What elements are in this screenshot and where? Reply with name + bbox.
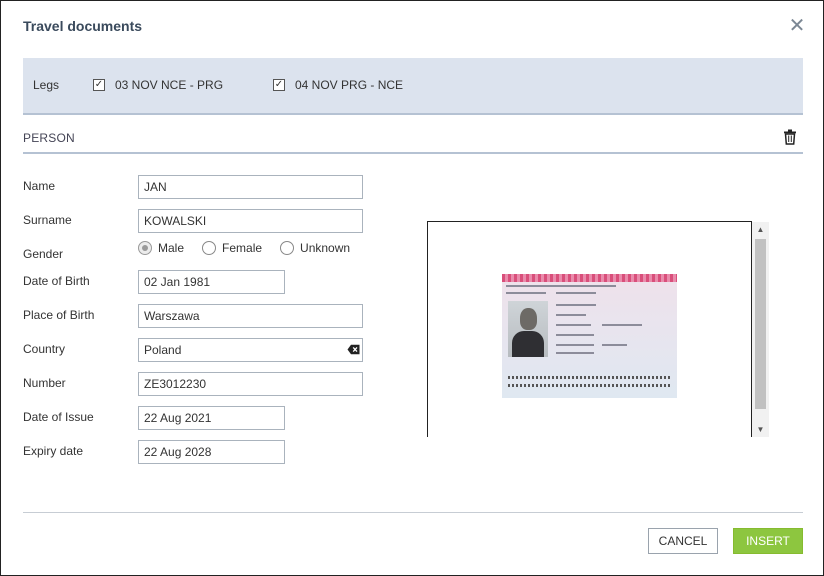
leg-label: 04 NOV PRG - NCE	[295, 78, 404, 92]
expiry-date-label: Expiry date	[23, 444, 84, 458]
radio-unselected-icon[interactable]	[202, 241, 217, 255]
leg-checkbox-2[interactable]: ✓ 04 NOV PRG - NCE	[273, 78, 403, 92]
date-of-issue-field[interactable]: 22 Aug 2021	[138, 406, 285, 430]
country-label: Country	[23, 342, 66, 356]
checkbox-checked-icon[interactable]: ✓	[273, 79, 285, 91]
legs-label: Legs	[33, 78, 60, 92]
country-value: Poland	[144, 343, 182, 357]
footer-divider	[23, 512, 803, 513]
passport-face	[520, 308, 537, 330]
insert-button[interactable]: INSERT	[733, 528, 803, 554]
date-of-birth-field[interactable]: 02 Jan 1981	[138, 270, 285, 294]
passport-text-line	[556, 292, 596, 294]
leg-checkbox-1[interactable]: ✓ 03 NOV NCE - PRG	[93, 78, 223, 92]
date-of-birth-label: Date of Birth	[23, 274, 90, 288]
legs-panel: Legs ✓ 03 NOV NCE - PRG ✓ 04 NOV PRG - N…	[23, 58, 803, 115]
passport-body	[512, 331, 544, 357]
country-field[interactable]: Poland	[138, 338, 363, 362]
person-section-header: PERSON	[23, 124, 803, 154]
passport-header-strip	[502, 274, 677, 282]
radio-label: Female	[222, 241, 263, 255]
passport-text-line	[556, 304, 596, 306]
close-icon[interactable]: ✕	[787, 16, 807, 36]
travel-documents-dialog: Travel documents ✕ Legs ✓ 03 NOV NCE - P…	[0, 0, 824, 576]
passport-mrz-line	[508, 376, 671, 379]
passport-text-line	[556, 344, 594, 346]
number-label: Number	[23, 376, 66, 390]
radio-label: Unknown	[300, 241, 351, 255]
expiry-date-field[interactable]: 22 Aug 2028	[138, 440, 285, 464]
scroll-up-arrow-icon[interactable]: ▲	[752, 222, 769, 237]
passport-text-line	[556, 334, 594, 336]
passport-text-line	[602, 324, 642, 326]
radio-selected-icon[interactable]	[138, 241, 152, 255]
passport-text-line	[506, 292, 546, 294]
dialog-title: Travel documents	[23, 18, 143, 34]
date-of-issue-label: Date of Issue	[23, 410, 94, 424]
scrollbar-thumb[interactable]	[755, 239, 766, 409]
name-field[interactable]: JAN	[138, 175, 363, 199]
place-of-birth-label: Place of Birth	[23, 308, 95, 322]
passport-text-line	[506, 285, 616, 287]
passport-text-line	[602, 344, 627, 346]
checkbox-checked-icon[interactable]: ✓	[93, 79, 105, 91]
preview-scrollbar[interactable]: ▲ ▼	[752, 222, 769, 437]
passport-text-line	[556, 324, 591, 326]
passport-text-line	[556, 352, 594, 354]
radio-label: Male	[158, 241, 185, 255]
number-field[interactable]: ZE3012230	[138, 372, 363, 396]
trash-icon[interactable]	[783, 129, 797, 145]
surname-field[interactable]: KOWALSKI	[138, 209, 363, 233]
passport-scan-image	[502, 274, 677, 398]
passport-mrz-line	[508, 384, 671, 387]
place-of-birth-field[interactable]: Warszawa	[138, 304, 363, 328]
name-label: Name	[23, 179, 56, 193]
section-title: PERSON	[23, 131, 75, 145]
cancel-button[interactable]: CANCEL	[648, 528, 718, 554]
gender-option-unknown[interactable]: Unknown	[280, 241, 350, 255]
passport-photo	[508, 301, 548, 357]
radio-unselected-icon[interactable]	[280, 241, 295, 255]
gender-radio-group: Male Female Unknown	[138, 241, 350, 255]
surname-label: Surname	[23, 213, 72, 227]
gender-option-male[interactable]: Male	[138, 241, 184, 255]
backspace-icon[interactable]	[347, 344, 360, 355]
scroll-down-arrow-icon[interactable]: ▼	[752, 422, 769, 437]
gender-option-female[interactable]: Female	[202, 241, 262, 255]
passport-text-line	[556, 314, 586, 316]
leg-label: 03 NOV NCE - PRG	[115, 78, 224, 92]
gender-label: Gender	[23, 247, 64, 261]
